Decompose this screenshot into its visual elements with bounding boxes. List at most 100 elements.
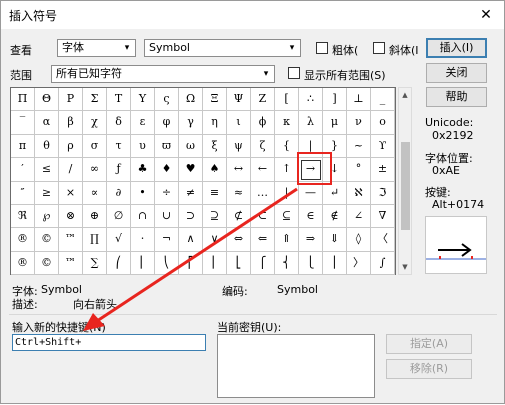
symbol-cell[interactable]: ®	[11, 228, 35, 252]
symbol-cell[interactable]: ℜ	[11, 204, 35, 229]
font-type-combo[interactable]: 字体 ▾	[57, 39, 136, 57]
symbol-cell[interactable]: ⊗	[59, 204, 83, 229]
symbol-cell[interactable]: ∏	[83, 228, 107, 252]
symbol-cell[interactable]: ≥	[35, 181, 59, 205]
new-shortcut-input[interactable]: Ctrl+Shift+	[12, 334, 206, 351]
symbol-cell[interactable]: ∈	[299, 204, 323, 229]
symbol-cell[interactable]: ×	[59, 181, 83, 205]
symbol-cell[interactable]: θ	[35, 134, 59, 159]
symbol-cell[interactable]: ≈	[227, 181, 251, 205]
symbol-cell[interactable]: η	[203, 111, 227, 135]
symbol-cell[interactable]: ψ	[227, 134, 251, 159]
symbol-cell[interactable]: ⎜	[131, 251, 155, 276]
symbol-cell[interactable]: ⎝	[155, 251, 179, 276]
symbol-cell[interactable]: β	[59, 111, 83, 135]
insert-button[interactable]: 插入(I)	[426, 38, 487, 58]
symbol-cell[interactable]: _	[371, 88, 395, 112]
symbol-cell[interactable]: ∩	[131, 204, 155, 229]
symbol-cell[interactable]: ϖ	[155, 134, 179, 159]
symbol-cell[interactable]: τ	[107, 134, 131, 159]
symbol-cell[interactable]: δ	[107, 111, 131, 135]
symbol-cell[interactable]: ©	[35, 251, 59, 276]
symbol-cell[interactable]: ∠	[347, 204, 371, 229]
current-keys-list[interactable]	[217, 334, 375, 398]
symbol-cell[interactable]: ↔	[227, 158, 251, 182]
symbol-cell[interactable]: …	[251, 181, 275, 205]
symbol-cell[interactable]: ∪	[155, 204, 179, 229]
close-icon[interactable]: ✕	[476, 5, 496, 25]
symbol-cell[interactable]: ∧	[179, 228, 203, 252]
symbol-cell[interactable]: ⊄	[227, 204, 251, 229]
symbol-cell[interactable]: ℵ	[347, 181, 371, 205]
symbol-cell[interactable]: {	[275, 134, 299, 159]
symbol-cell[interactable]: λ	[299, 111, 323, 135]
symbol-cell[interactable]: ⊇	[203, 204, 227, 229]
bold-checkbox[interactable]	[316, 42, 328, 54]
symbol-cell[interactable]: ″	[11, 181, 35, 205]
symbol-cell[interactable]: ⊂	[251, 204, 275, 229]
symbol-cell[interactable]: ξ	[203, 134, 227, 159]
symbol-cell[interactable]: ⇒	[299, 228, 323, 252]
symbol-cell[interactable]: ]	[323, 88, 347, 112]
symbol-cell[interactable]: ™	[59, 228, 83, 252]
symbol-cell[interactable]: ⇐	[251, 228, 275, 252]
symbol-cell[interactable]: ⇔	[227, 228, 251, 252]
symbol-cell[interactable]: κ	[275, 111, 299, 135]
symbol-cell[interactable]: ℑ	[371, 181, 395, 205]
symbol-cell[interactable]: α	[35, 111, 59, 135]
symbol-cell[interactable]: ®	[11, 251, 35, 276]
symbol-cell[interactable]: ⎢	[203, 251, 227, 276]
close-button[interactable]: 关闭	[426, 63, 487, 83]
symbol-cell[interactable]: √	[107, 228, 131, 252]
assign-button[interactable]: 指定(A)	[386, 334, 472, 354]
symbol-cell[interactable]: Ζ	[251, 88, 275, 112]
symbol-cell[interactable]: ♠	[203, 158, 227, 182]
symbol-cell[interactable]: Ξ	[203, 88, 227, 112]
symbol-cell[interactable]: |	[275, 181, 299, 205]
symbol-cell[interactable]: ♦	[155, 158, 179, 182]
symbol-cell[interactable]: ρ	[59, 134, 83, 159]
symbol-cell[interactable]: Υ	[131, 88, 155, 112]
symbol-cell[interactable]: ♥	[179, 158, 203, 182]
symbol-cell[interactable]: Ψ	[227, 88, 251, 112]
symbol-grid-scrollbar[interactable]: ▲ ▼	[398, 87, 412, 275]
symbol-cell[interactable]: ~	[347, 134, 371, 159]
symbol-cell[interactable]: ⊆	[275, 204, 299, 229]
symbol-cell[interactable]: ⎡	[179, 251, 203, 276]
font-name-combo[interactable]: Symbol ▾	[144, 39, 301, 57]
symbol-cell[interactable]: χ	[83, 111, 107, 135]
symbol-cell[interactable]: ∑	[83, 251, 107, 276]
symbol-cell[interactable]: ±	[371, 158, 395, 182]
symbol-cell[interactable]: γ	[179, 111, 203, 135]
symbol-cell[interactable]: φ	[155, 111, 179, 135]
help-button[interactable]: 帮助	[426, 87, 487, 107]
symbol-cell[interactable]: Ω	[179, 88, 203, 112]
symbol-cell[interactable]: ∨	[203, 228, 227, 252]
symbol-cell[interactable]: Π	[11, 88, 35, 112]
scroll-down-icon[interactable]: ▼	[399, 261, 411, 273]
symbol-cell[interactable]: ∂	[107, 181, 131, 205]
symbol-cell[interactable]: ≡	[203, 181, 227, 205]
symbol-cell[interactable]: /	[59, 158, 83, 182]
symbol-cell[interactable]: Σ	[83, 88, 107, 112]
symbol-cell[interactable]: ≤	[35, 158, 59, 182]
symbol-cell[interactable]: ℘	[35, 204, 59, 229]
symbol-cell[interactable]: ν	[347, 111, 371, 135]
symbol-cell[interactable]: ο	[371, 111, 395, 135]
symbol-cell[interactable]: ‾	[11, 111, 35, 135]
symbol-cell[interactable]: Ρ	[59, 88, 83, 112]
symbol-cell[interactable]: ⊃	[179, 204, 203, 229]
symbol-cell[interactable]: ⎪	[323, 251, 347, 276]
scroll-thumb[interactable]	[401, 142, 410, 230]
symbol-cell[interactable]: σ	[83, 134, 107, 159]
symbol-cell[interactable]: °	[347, 158, 371, 182]
symbol-cell[interactable]: —	[299, 181, 323, 205]
symbol-cell[interactable]: 〉	[347, 251, 371, 276]
show-all-checkbox[interactable]	[288, 67, 300, 79]
symbol-cell[interactable]: ω	[179, 134, 203, 159]
symbol-cell[interactable]: ↵	[323, 181, 347, 205]
symbol-cell[interactable]: ϒ	[371, 134, 395, 159]
symbol-cell[interactable]: ™	[59, 251, 83, 276]
symbol-cell[interactable]: ∞	[83, 158, 107, 182]
symbol-cell[interactable]: ≠	[179, 181, 203, 205]
